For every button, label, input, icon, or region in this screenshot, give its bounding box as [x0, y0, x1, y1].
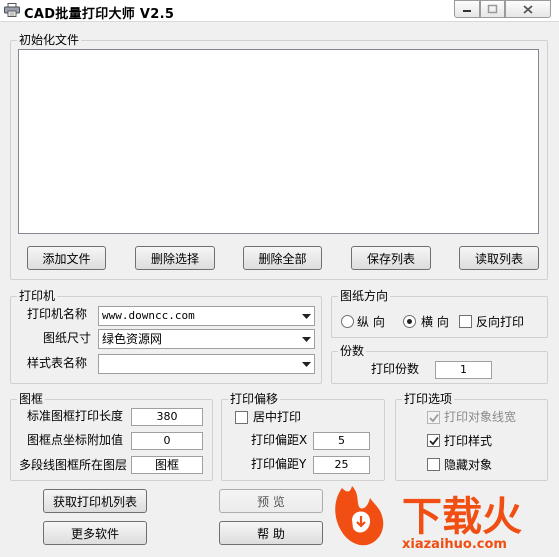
watermark-url: xiazaihuo.com — [402, 537, 507, 552]
print-options-group-label: 打印选项 — [402, 392, 455, 406]
file-list[interactable] — [18, 49, 539, 234]
portrait-label[interactable]: 纵 向 — [357, 314, 385, 330]
watermark-brand: 下载火 — [402, 494, 522, 540]
frame-layer-input[interactable]: 图框 — [131, 456, 203, 474]
lineweight-checkbox[interactable] — [427, 411, 440, 424]
paper-size-combo[interactable]: 绿色资源网 — [98, 329, 315, 349]
chevron-down-icon[interactable] — [298, 330, 314, 348]
style-sheet-label: 样式表名称 — [27, 356, 88, 370]
copies-label: 打印份数 — [371, 362, 420, 376]
reverse-print-label[interactable]: 反向打印 — [476, 314, 524, 330]
frame-layer-label: 多段线图框所在图层 — [19, 458, 128, 472]
title-bar: CAD批量打印大师 V2.5 — [0, 0, 559, 22]
frame-offset-input[interactable]: 0 — [131, 432, 203, 450]
offset-x-label: 打印偏距X — [251, 433, 308, 447]
landscape-radio[interactable] — [403, 315, 416, 328]
app-window: CAD批量打印大师 V2.5 初始化文件 添加文件 删除选择 删除全部 保存列表… — [0, 0, 559, 557]
checkmark-icon — [429, 436, 439, 446]
print-style-label[interactable]: 打印样式 — [444, 433, 492, 449]
help-button[interactable]: 帮 助 — [219, 521, 323, 545]
maximize-icon — [487, 4, 498, 14]
paper-size-label: 图纸尺寸 — [43, 331, 92, 345]
flame-download-icon: 下载火 xiazaihuo.com — [335, 486, 522, 552]
minimize-icon — [463, 10, 471, 12]
copies-group-label: 份数 — [338, 344, 367, 358]
hide-objects-checkbox[interactable] — [427, 458, 440, 471]
style-sheet-combo[interactable] — [98, 354, 315, 374]
center-print-label[interactable]: 居中打印 — [253, 409, 301, 425]
printer-name-label: 打印机名称 — [27, 307, 88, 321]
read-list-button[interactable]: 读取列表 — [459, 246, 539, 270]
frame-group-label: 图框 — [17, 392, 46, 406]
delete-selected-button[interactable]: 删除选择 — [135, 246, 215, 270]
paper-size-value: 绿色资源网 — [102, 332, 163, 346]
watermark-logo: 下载火 xiazaihuo.com — [330, 480, 559, 557]
orientation-group-label: 图纸方向 — [338, 289, 391, 303]
offset-x-input[interactable]: 5 — [313, 432, 370, 450]
printer-name-value: www.downcc.com — [102, 309, 195, 322]
offset-y-label: 打印偏距Y — [251, 457, 307, 471]
minimize-button[interactable] — [454, 0, 480, 18]
portrait-radio[interactable] — [341, 315, 354, 328]
printer-group-label: 打印机 — [17, 289, 58, 303]
lineweight-label[interactable]: 打印对象线宽 — [444, 409, 516, 425]
frame-offset-label: 图框点坐标附加值 — [27, 433, 124, 447]
save-list-button[interactable]: 保存列表 — [351, 246, 431, 270]
copies-input[interactable]: 1 — [435, 361, 492, 379]
add-file-button[interactable]: 添加文件 — [27, 246, 106, 270]
close-icon — [523, 4, 533, 14]
close-button[interactable] — [505, 0, 551, 18]
init-files-group-label: 初始化文件 — [17, 33, 82, 47]
chevron-down-icon[interactable] — [298, 355, 314, 373]
offset-y-input[interactable]: 25 — [313, 456, 370, 474]
printer-icon — [4, 3, 20, 17]
center-print-checkbox[interactable] — [235, 411, 248, 424]
maximize-button[interactable] — [480, 0, 505, 18]
delete-all-button[interactable]: 删除全部 — [243, 246, 322, 270]
get-printers-button[interactable]: 获取打印机列表 — [43, 489, 147, 513]
frame-length-input[interactable]: 380 — [131, 408, 203, 426]
window-title: CAD批量打印大师 V2.5 — [24, 7, 175, 22]
more-software-button[interactable]: 更多软件 — [43, 521, 147, 545]
reverse-print-checkbox[interactable] — [459, 315, 472, 328]
frame-length-label: 标准图框打印长度 — [27, 409, 124, 423]
preview-button[interactable]: 预 览 — [219, 489, 323, 513]
checkmark-icon — [429, 413, 439, 423]
landscape-label[interactable]: 横 向 — [421, 314, 449, 330]
chevron-down-icon[interactable] — [298, 307, 314, 325]
printer-name-combo[interactable]: www.downcc.com — [98, 306, 315, 326]
print-offset-group-label: 打印偏移 — [228, 392, 281, 406]
print-style-checkbox[interactable] — [427, 434, 440, 447]
hide-objects-label[interactable]: 隐藏对象 — [444, 457, 492, 473]
